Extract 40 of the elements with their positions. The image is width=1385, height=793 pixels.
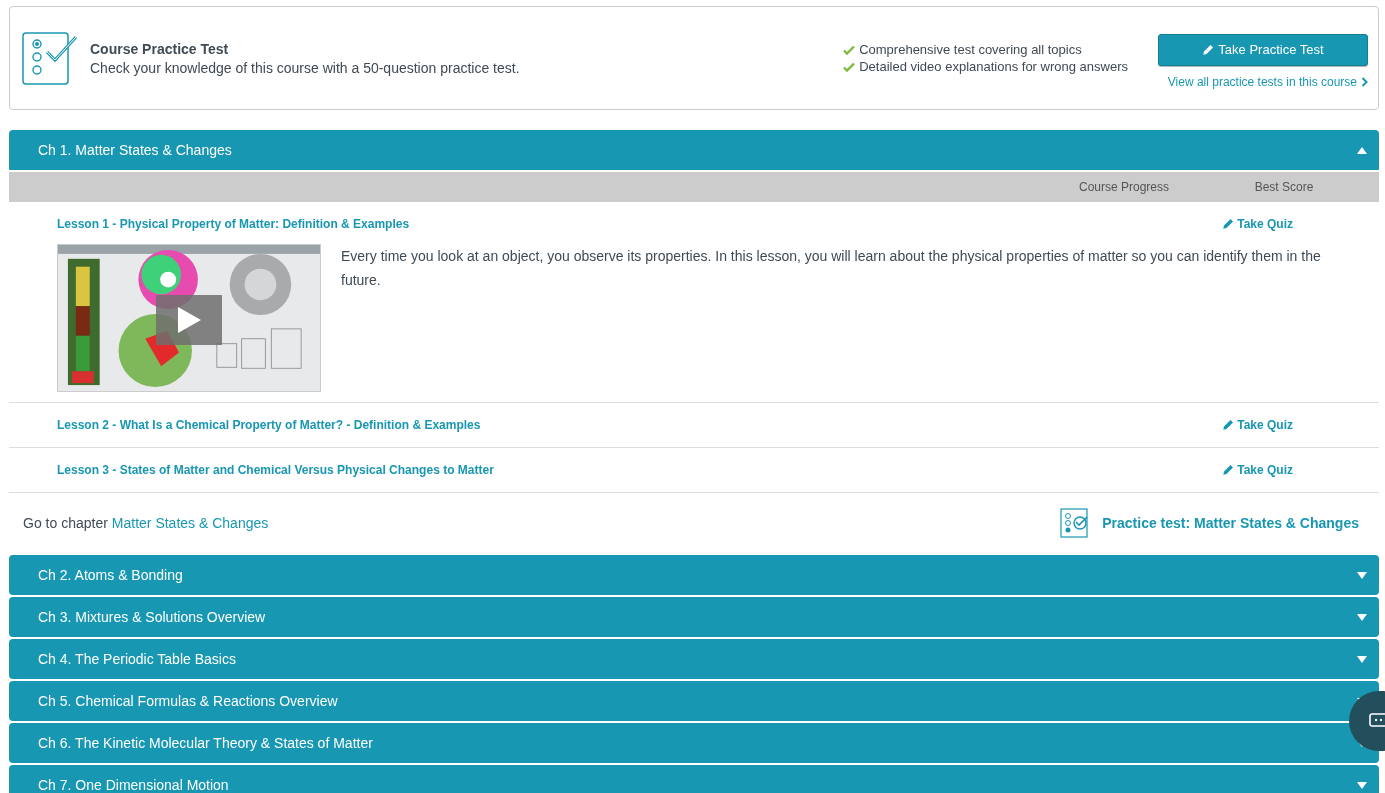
caret-down-icon — [1357, 655, 1367, 663]
play-button[interactable] — [156, 295, 222, 345]
pencil-icon — [1222, 464, 1235, 476]
take-quiz-link[interactable]: Take Quiz — [1222, 418, 1293, 432]
column-header: Course Progress — [1077, 180, 1170, 194]
chapter-header[interactable]: Ch 1. Matter States & Changes — [9, 130, 1379, 170]
lesson-description: Every time you look at an object, you observe its properties. In this lesson, you will learn about the physical properties of matter so you can identify them in the future. — [341, 247, 1322, 290]
chapter-header[interactable]: Ch 4. The Periodic Table Basics — [9, 639, 1379, 679]
pencil-icon — [1222, 419, 1235, 431]
chapter-header[interactable]: Ch 7. One Dimensional Motion — [9, 765, 1379, 793]
chevron-right-icon — [1361, 76, 1368, 87]
lesson-link[interactable]: Lesson 3 - States of Matter and Chemical Versus Physical Changes to Matter — [57, 463, 494, 477]
lesson-link[interactable]: Lesson 2 - What Is a Chemical Property of Matter? - Definition & Examples — [57, 418, 481, 432]
play-icon — [176, 306, 202, 334]
pencil-icon — [1202, 43, 1215, 56]
caret-up-icon — [1357, 146, 1367, 154]
pencil-icon — [1222, 218, 1235, 230]
card-description: Check your knowledge of this course with a 50-question practice test. — [90, 59, 521, 76]
take-quiz-link[interactable]: Take Quiz — [1222, 217, 1293, 231]
check-icon — [843, 60, 856, 73]
checklist-icon — [22, 30, 78, 86]
card-title: Course Practice Test — [90, 40, 230, 57]
take-quiz-link[interactable]: Take Quiz — [1222, 463, 1293, 477]
chapter-practice-test-link[interactable]: Practice test: Matter States & Changes — [1060, 508, 1359, 538]
practice-tests-link[interactable]: View all practice tests in this course — [1167, 74, 1368, 89]
chapter-header[interactable]: Ch 2. Atoms & Bonding — [9, 555, 1379, 595]
take-practice-test-button[interactable]: Take Practice Test — [1158, 33, 1368, 66]
chapter-link[interactable]: Matter States & Changes — [111, 515, 269, 531]
column-header: Best Score — [1253, 180, 1315, 194]
caret-down-icon — [1357, 613, 1367, 621]
chapter-header[interactable]: Ch 6. The Kinetic Molecular Theory & States of Matter — [9, 723, 1379, 763]
goto-chapter-label: Go to chapter — [23, 515, 108, 531]
check-icon — [843, 43, 856, 56]
feature-text: Comprehensive test covering all topics — [859, 42, 1082, 57]
caret-down-icon — [1357, 781, 1367, 789]
caret-down-icon — [1357, 571, 1367, 579]
chapter-header[interactable]: Ch 3. Mixtures & Solutions Overview — [9, 597, 1379, 637]
lesson-link[interactable]: Lesson 1 - Physical Property of Matter: Definition & Examples — [57, 217, 410, 231]
feature-text: Detailed video explanations for wrong answers — [859, 59, 1128, 74]
chapter-header[interactable]: Ch 5. Chemical Formulas & Reactions Overview — [9, 681, 1379, 721]
